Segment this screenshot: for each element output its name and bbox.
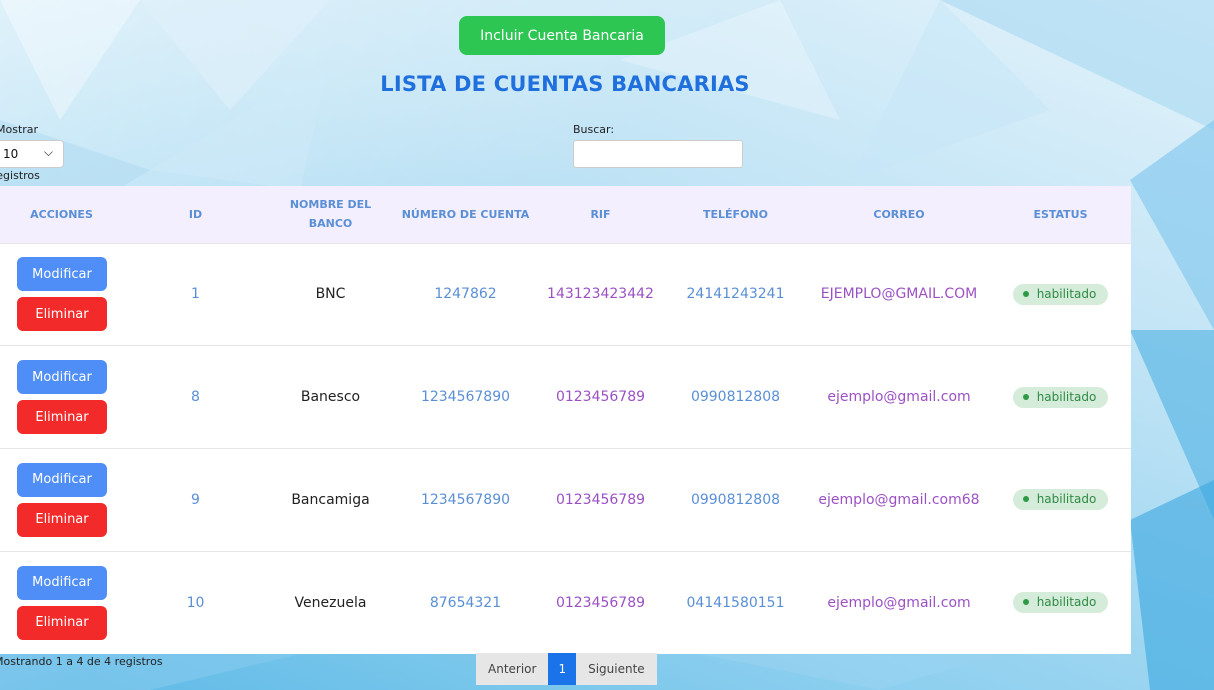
table-row: Modificar Eliminar 9 Bancamiga 123456789… — [0, 448, 1131, 552]
cell-phone: 24141243241 — [686, 286, 785, 303]
actions-cell: Modificar Eliminar — [0, 449, 123, 552]
cell-account-number: 1234567890 — [420, 389, 511, 406]
column-header-email[interactable]: CORREO — [808, 186, 990, 243]
add-bank-account-button[interactable]: Incluir Cuenta Bancaria — [459, 16, 665, 55]
status-badge: habilitado — [1012, 386, 1109, 408]
cell-id: 9 — [191, 491, 200, 508]
delete-button[interactable]: Eliminar — [17, 605, 107, 640]
status-badge: habilitado — [1012, 489, 1109, 511]
cell-bank-name: Banesco — [300, 389, 361, 406]
status-badge: habilitado — [1012, 592, 1109, 614]
column-header-id[interactable]: ID — [123, 186, 268, 243]
entries-per-page-value: 10 — [3, 147, 19, 161]
table-header-row: ACCIONES ID NOMBRE DEL BANCO NÚMERO DE C… — [0, 186, 1131, 243]
status-dot-icon — [1022, 290, 1029, 297]
column-header-actions[interactable]: ACCIONES — [0, 186, 123, 243]
cell-id: 8 — [191, 389, 200, 406]
cell-phone: 0990812808 — [690, 389, 781, 406]
cell-account-number: 87654321 — [429, 594, 502, 611]
delete-button[interactable]: Eliminar — [17, 400, 107, 435]
cell-id: 10 — [186, 594, 205, 611]
cell-rif: 0123456789 — [555, 389, 646, 406]
page-1-button[interactable]: 1 — [548, 653, 577, 685]
page-title: LISTA DE CUENTAS BANCARIAS — [380, 72, 750, 96]
cell-status: habilitado — [990, 243, 1131, 346]
actions-cell: Modificar Eliminar — [0, 243, 123, 346]
search-label: Buscar: — [573, 123, 615, 136]
column-header-phone[interactable]: TELÉFONO — [663, 186, 808, 243]
delete-button[interactable]: Eliminar — [17, 297, 107, 332]
cell-id: 1 — [191, 286, 200, 303]
table-row: Modificar Eliminar 10 Venezuela 87654321… — [0, 551, 1131, 654]
status-dot-icon — [1022, 393, 1029, 400]
next-page-button[interactable]: Siguiente — [576, 653, 657, 685]
cell-status: habilitado — [990, 551, 1131, 654]
column-header-bank-name[interactable]: NOMBRE DEL BANCO — [268, 186, 393, 243]
status-dot-icon — [1022, 599, 1029, 606]
cell-status: habilitado — [990, 346, 1131, 449]
status-text: habilitado — [1036, 595, 1097, 610]
actions-cell: Modificar Eliminar — [0, 346, 123, 449]
search-input[interactable] — [573, 140, 743, 168]
cell-phone: 0990812808 — [690, 491, 781, 508]
status-text: habilitado — [1036, 286, 1097, 301]
cell-bank-name: Venezuela — [294, 594, 367, 611]
cell-rif: 0123456789 — [555, 594, 646, 611]
page-content: Incluir Cuenta Bancaria LISTA DE CUENTAS… — [0, 0, 1214, 690]
cell-email: ejemplo@gmail.com — [827, 594, 971, 611]
column-header-account-number[interactable]: NÚMERO DE CUENTA — [393, 186, 538, 243]
cell-phone: 04141580151 — [686, 594, 785, 611]
entries-per-page-select[interactable]: 10 ⌵ — [0, 140, 64, 168]
status-dot-icon — [1022, 496, 1029, 503]
column-header-rif[interactable]: RIF — [538, 186, 663, 243]
table-row: Modificar Eliminar 8 Banesco 1234567890 … — [0, 345, 1131, 449]
status-text: habilitado — [1036, 492, 1097, 507]
cell-status: habilitado — [990, 449, 1131, 552]
cell-rif: 0123456789 — [555, 491, 646, 508]
cell-account-number: 1247862 — [434, 286, 497, 303]
pagination: Anterior 1 Siguiente — [476, 653, 657, 685]
chevron-down-icon: ⌵ — [43, 145, 53, 159]
table-row: Modificar Eliminar 1 BNC 1247862 1431234… — [0, 243, 1131, 346]
table-info-text: Mostrando 1 a 4 de 4 registros — [0, 655, 163, 668]
status-badge: habilitado — [1012, 283, 1109, 305]
cell-email: ejemplo@gmail.com — [827, 389, 971, 406]
cell-bank-name: BNC — [315, 286, 346, 303]
modify-button[interactable]: Modificar — [17, 360, 107, 395]
actions-cell: Modificar Eliminar — [0, 551, 123, 654]
modify-button[interactable]: Modificar — [17, 257, 107, 292]
modify-button[interactable]: Modificar — [17, 462, 107, 497]
show-entries-label: Mostrar — [0, 123, 39, 136]
show-entries-suffix: registros — [0, 169, 40, 182]
cell-rif: 143123423442 — [547, 286, 654, 303]
cell-bank-name: Bancamiga — [291, 491, 370, 508]
cell-account-number: 1234567890 — [420, 491, 511, 508]
status-text: habilitado — [1036, 389, 1097, 404]
cell-email: ejemplo@gmail.com68 — [818, 491, 980, 508]
delete-button[interactable]: Eliminar — [17, 502, 107, 537]
previous-page-button[interactable]: Anterior — [476, 653, 549, 685]
bank-accounts-table: ACCIONES ID NOMBRE DEL BANCO NÚMERO DE C… — [0, 186, 1131, 654]
modify-button[interactable]: Modificar — [17, 565, 107, 600]
column-header-status[interactable]: ESTATUS — [990, 186, 1131, 243]
cell-email: EJEMPLO@GMAIL.COM — [820, 286, 978, 303]
